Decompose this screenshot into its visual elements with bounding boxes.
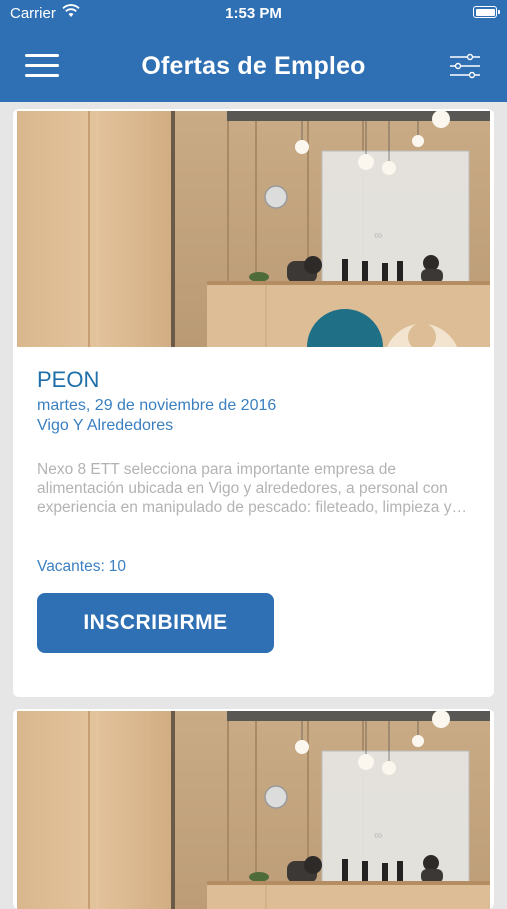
- status-time: 1:53 PM: [225, 5, 282, 22]
- status-bar: Carrier 1:53 PM: [0, 0, 507, 26]
- navigation-bar: Ofertas de Empleo: [0, 26, 507, 102]
- vacancies-count: 10: [108, 558, 127, 575]
- job-card[interactable]: [13, 709, 494, 909]
- battery-icon: [473, 6, 500, 18]
- job-photo: [17, 111, 490, 347]
- job-date: martes, 29 de noviembre de 2016: [37, 397, 277, 414]
- job-title: PEON: [37, 367, 100, 392]
- job-card[interactable]: PEON martes, 29 de noviembre de 2016 Vig…: [13, 109, 494, 697]
- filter-sliders-icon[interactable]: [443, 48, 487, 84]
- job-location: Vigo Y Alrededores: [37, 417, 174, 434]
- vacancies-label: Vacantes:: [37, 558, 105, 575]
- job-description: Nexo 8 ETT selecciona para importante em…: [37, 461, 452, 516]
- vacancies: Vacantes: 10: [37, 558, 126, 576]
- apply-button[interactable]: INSCRIBIRME: [37, 593, 274, 653]
- job-photo: [17, 711, 490, 909]
- page-title: Ofertas de Empleo: [141, 52, 366, 80]
